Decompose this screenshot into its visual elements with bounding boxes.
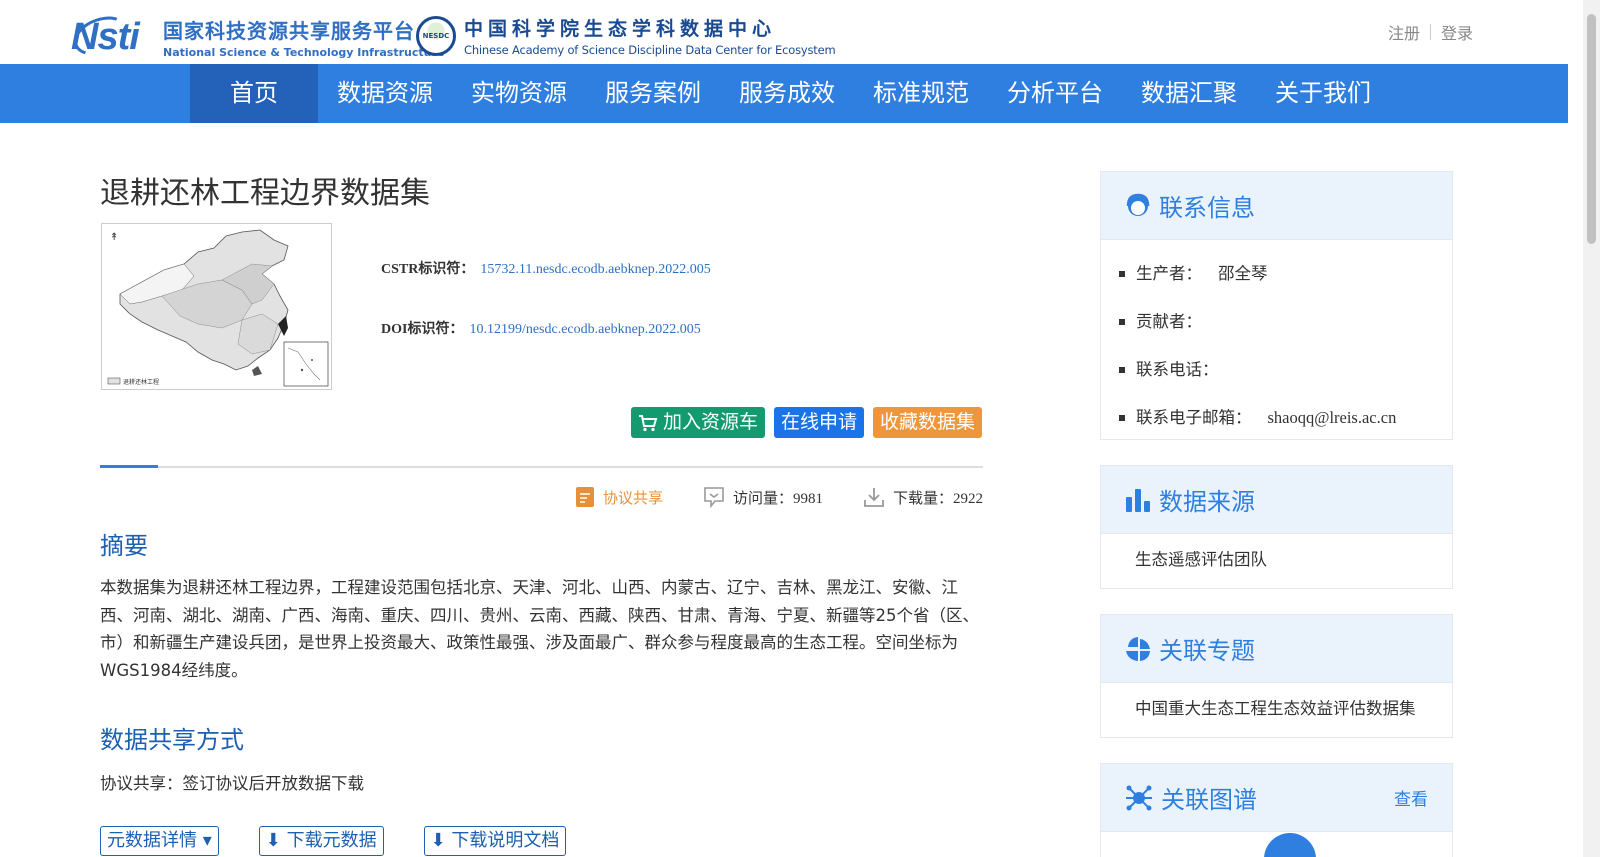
producer-item: 生产者： 邵全琴 <box>1119 250 1452 298</box>
email-label: 联系电子邮箱： <box>1136 408 1252 427</box>
contributor-label: 贡献者： <box>1136 312 1202 331</box>
email-item: 联系电子邮箱： shaoqq@lreis.ac.cn <box>1119 394 1452 442</box>
nav-item-service-cases[interactable]: 服务案例 <box>586 64 720 123</box>
nav-item-data-aggregation[interactable]: 数据汇聚 <box>1122 64 1256 123</box>
comment-icon <box>704 487 724 508</box>
phone-label: 联系电话： <box>1136 360 1219 379</box>
doi-link[interactable]: 10.12199/nesdc.ecodb.aebknep.2022.005 <box>469 322 700 337</box>
nesdc-badge-icon: NESDC <box>416 15 456 56</box>
topic-icon <box>1126 636 1150 661</box>
cstr-row: CSTR标识符： 15732.11.nesdc.ecodb.aebknep.202… <box>381 258 711 278</box>
nsti-logo-subtitle: National Science & Technology Infrastruc… <box>163 46 445 59</box>
register-link[interactable]: 注册 <box>1388 20 1420 44</box>
agreement-icon <box>575 487 594 507</box>
download-metadata-button[interactable]: ⬇ 下载元数据 <box>258 826 384 856</box>
bar-chart-icon <box>1126 488 1150 512</box>
sharing-text: 协议共享：签订协议后开放数据下载 <box>100 774 364 793</box>
favorite-dataset-button[interactable]: 收藏数据集 <box>873 407 983 438</box>
related-topic-header: 关联专题 <box>1101 615 1452 683</box>
doi-row: DOI标识符： 10.12199/nesdc.ecodb.aebknep.2022… <box>381 318 711 338</box>
nav-item-service-results[interactable]: 服务成效 <box>720 64 854 123</box>
visits-stat: 访问量：9981 <box>703 486 823 508</box>
dataset-stats: 协议共享 访问量：9981 下载量：2922 <box>535 486 983 508</box>
downloads-stat: 下载量：2922 <box>863 486 983 508</box>
data-source-card: 数据来源 生态遥感评估团队 <box>1100 465 1453 589</box>
nesdc-logo[interactable]: NESDC 中国科学院生态学科数据中心 Chinese Academy of S… <box>416 14 836 57</box>
svg-text:↟: ↟ <box>110 232 118 243</box>
add-to-cart-button[interactable]: 加入资源车 <box>631 407 766 438</box>
online-apply-button[interactable]: 在线申请 <box>774 407 865 438</box>
tab-underline <box>100 465 983 468</box>
nav-item-analysis-platform[interactable]: 分析平台 <box>988 64 1122 123</box>
china-map-image: ↟ 退耕还林工程 <box>107 229 329 387</box>
downloads-count: 下载量：2922 <box>892 490 983 507</box>
map-legend-label: 退耕还林工程 <box>123 378 159 386</box>
knowledge-graph-title: 关联图谱 <box>1161 786 1257 814</box>
abstract-text: 本数据集为退耕还林工程边界，工程建设范围包括北京、天津、河北、山西、内蒙古、辽宁… <box>100 578 979 680</box>
nav-item-about-us[interactable]: 关于我们 <box>1256 64 1390 123</box>
nsti-logo[interactable]: Nsti 国家科技资源共享服务平台 National Science & Tec… <box>71 14 444 60</box>
data-source-value[interactable]: 生态遥感评估团队 <box>1101 534 1452 589</box>
identifier-block: CSTR标识符： 15732.11.nesdc.ecodb.aebknep.202… <box>381 258 711 378</box>
nsti-logo-title: 国家科技资源共享服务平台 <box>163 19 415 43</box>
login-link[interactable]: 登录 <box>1441 20 1473 44</box>
nav-item-home[interactable]: 首页 <box>190 64 318 123</box>
knowledge-graph-header: 关联图谱 查看 <box>1101 764 1452 832</box>
phone-item: 联系电话： <box>1119 346 1452 394</box>
add-to-cart-label: 加入资源车 <box>663 411 759 433</box>
contact-card-header: 联系信息 <box>1101 172 1452 240</box>
data-source-header: 数据来源 <box>1101 466 1452 534</box>
nav-item-physical-resources[interactable]: 实物资源 <box>452 64 586 123</box>
main-nav: 首页 数据资源 实物资源 服务案例 服务成效 标准规范 分析平台 数据汇聚 关于… <box>0 64 1568 123</box>
download-buttons: 元数据详情 ▾ ⬇ 下载元数据 ⬇ 下载说明文档 <box>100 826 567 856</box>
abstract-heading: 摘要 <box>100 532 148 560</box>
support-agent-icon <box>1126 193 1150 216</box>
related-topic-title: 关联专题 <box>1159 637 1255 665</box>
contributor-item: 贡献者： <box>1119 298 1452 346</box>
download-doc-button[interactable]: ⬇ 下载说明文档 <box>423 826 567 856</box>
cstr-link[interactable]: 15732.11.nesdc.ecodb.aebknep.2022.005 <box>480 262 710 277</box>
producer-label: 生产者： <box>1136 264 1202 283</box>
graph-network-icon <box>1126 785 1152 810</box>
auth-divider <box>1429 24 1431 40</box>
data-source-title: 数据来源 <box>1159 488 1255 516</box>
doi-label: DOI标识符： <box>381 322 464 337</box>
auth-links: 注册 登录 <box>1388 20 1473 44</box>
contact-card-title: 联系信息 <box>1159 194 1255 222</box>
scrollbar-thumb[interactable] <box>1587 14 1596 244</box>
dataset-thumbnail-map[interactable]: ↟ 退耕还林工程 <box>101 223 332 390</box>
page-scrollbar[interactable] <box>1583 0 1600 857</box>
nav-item-data-resources[interactable]: 数据资源 <box>318 64 452 123</box>
nesdc-logo-title: 中国科学院生态学科数据中心 <box>464 18 777 40</box>
download-icon <box>864 488 884 507</box>
nav-item-standards[interactable]: 标准规范 <box>854 64 988 123</box>
dataset-title: 退耕还林工程边界数据集 <box>100 176 430 211</box>
nsti-logo-mark: Nsti <box>71 14 157 60</box>
cart-icon <box>639 414 658 431</box>
view-graph-link[interactable]: 查看 <box>1394 785 1428 810</box>
sharing-heading: 数据共享方式 <box>100 726 244 754</box>
cstr-label: CSTR标识符： <box>381 262 475 277</box>
related-topic-value[interactable]: 中国重大生态工程生态效益评估数据集 <box>1101 683 1452 738</box>
dataset-actions: 加入资源车 在线申请 收藏数据集 <box>631 407 983 438</box>
metadata-details-button[interactable]: 元数据详情 ▾ <box>100 826 219 856</box>
share-type-label: 协议共享 <box>602 488 663 507</box>
contact-card: 联系信息 生产者： 邵全琴 贡献者： 联系电话： 联系电子邮箱： shaoqq@lr… <box>1100 171 1453 440</box>
site-header: Nsti 国家科技资源共享服务平台 National Science & Tec… <box>0 0 1568 65</box>
related-topic-card: 关联专题 中国重大生态工程生态效益评估数据集 <box>1100 614 1453 738</box>
nesdc-logo-subtitle: Chinese Academy of Science Discipline Da… <box>464 43 836 57</box>
share-type-stat: 协议共享 <box>575 486 663 508</box>
producer-value: 邵全琴 <box>1218 264 1268 283</box>
visits-count: 访问量：9981 <box>732 490 823 507</box>
email-value[interactable]: shaoqq@lreis.ac.cn <box>1268 396 1397 440</box>
